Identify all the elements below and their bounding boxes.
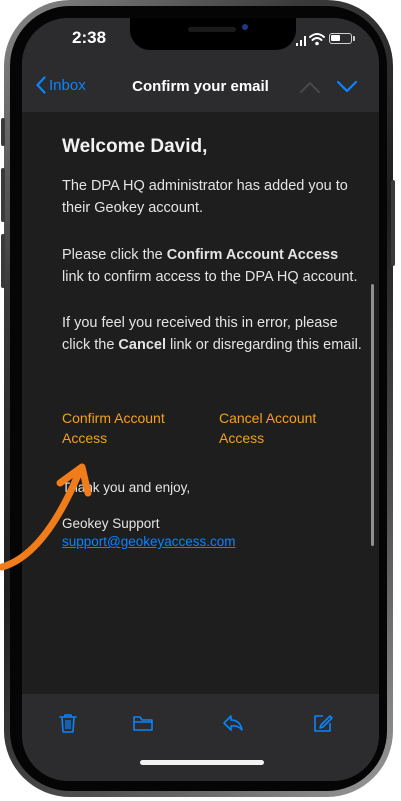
chevron-up-icon[interactable] — [299, 80, 321, 94]
notch-speaker — [188, 27, 236, 32]
cancel-account-access-link[interactable]: Cancel Account Access — [219, 409, 349, 448]
home-indicator[interactable] — [140, 760, 264, 765]
signal-icon — [296, 36, 306, 46]
mute-switch — [1, 118, 5, 146]
email-greeting: Welcome David, — [62, 136, 208, 157]
power-button — [391, 180, 395, 266]
volume-up-button — [1, 168, 5, 222]
paragraph-2-text-start: Please click the — [62, 247, 167, 263]
paragraph-3-text-end: link or disregarding this email. — [165, 336, 362, 353]
email-paragraph-2: Please click the Confirm Account Access … — [62, 245, 362, 288]
wifi-icon — [309, 33, 325, 46]
status-bar: 2:38 — [22, 18, 379, 66]
scrollbar[interactable] — [371, 284, 374, 546]
orange-arrow-annotation — [0, 463, 92, 571]
camera-indicator — [242, 24, 248, 30]
email-body: Welcome David, The DPA HQ administrator … — [22, 112, 379, 716]
reply-icon[interactable] — [222, 712, 244, 734]
paragraph-2-text-end: link to confirm access to the DPA HQ acc… — [62, 268, 358, 285]
email-paragraph-3: If you feel you received this in error, … — [62, 313, 362, 356]
battery-icon — [329, 33, 352, 44]
volume-down-button — [1, 234, 5, 288]
paragraph-2-bold: Confirm Account Access — [166, 247, 339, 263]
phone-screen: 2:38 Inbox Confirm your email Welcome Da… — [22, 18, 379, 781]
email-subject-title: Confirm your email — [132, 78, 269, 95]
paragraph-3-bold: Cancel — [118, 336, 166, 353]
battery-level — [331, 35, 340, 41]
status-time: 2:38 — [72, 28, 107, 47]
notch — [130, 18, 296, 50]
trash-icon[interactable] — [57, 712, 79, 734]
mail-toolbar — [22, 694, 379, 781]
chevron-down-icon[interactable] — [336, 80, 358, 94]
compose-icon[interactable] — [312, 712, 334, 734]
mail-navbar: Inbox Confirm your email — [22, 66, 379, 112]
folder-icon[interactable] — [132, 712, 154, 734]
battery-tip — [353, 36, 355, 41]
confirm-account-access-link[interactable]: Confirm Account Access — [62, 409, 192, 448]
email-paragraph-1: The DPA HQ administrator has added you t… — [62, 178, 348, 216]
